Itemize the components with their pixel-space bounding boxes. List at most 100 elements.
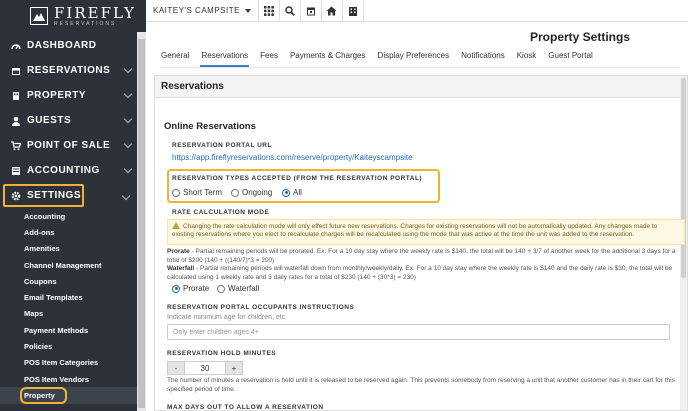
page-title: Property Settings	[530, 30, 631, 44]
warning-icon	[172, 222, 180, 229]
campsite-name: KAITEY'S CAMPSITE	[153, 6, 240, 15]
hold-minutes-description: The number of minutes a reservation is h…	[167, 377, 675, 393]
nav-guests[interactable]: GUESTS	[0, 108, 137, 133]
subnav-add-ons[interactable]: Add-ons	[0, 224, 137, 240]
radio-button[interactable]	[217, 284, 225, 293]
calendar-button[interactable]	[301, 0, 322, 22]
nav-label: RESERVATIONS	[27, 65, 111, 76]
nav-label: ACCOUNTING	[27, 165, 100, 176]
nav-accounting[interactable]: ACCOUNTING	[0, 158, 137, 183]
subnav-pos-item-categories[interactable]: POS Item Categories	[0, 355, 137, 371]
panel-title: Reservations	[155, 76, 687, 98]
gear-icon	[11, 191, 21, 201]
tab-reservations[interactable]: Reservations	[200, 51, 250, 67]
building-icon	[348, 6, 357, 16]
portal-url-link[interactable]: https://app.fireflyreservations.com/rese…	[172, 153, 413, 162]
subnav-policies[interactable]: Policies	[0, 338, 137, 354]
cart-icon	[11, 140, 21, 151]
decrement-button[interactable]: -	[167, 361, 185, 375]
search-icon	[285, 5, 295, 16]
logo[interactable]: FIREFLY RESERVATIONS	[0, 0, 146, 32]
calendar-icon	[11, 66, 21, 76]
types-label: RESERVATION TYPES ACCEPTED (FROM THE RES…	[172, 175, 423, 182]
chevron-down-icon	[123, 114, 133, 124]
occupants-input[interactable]: Only enter children ages 4+	[167, 324, 670, 340]
tab-payments-charges[interactable]: Payments & Charges	[289, 51, 367, 67]
max-days-label: MAX DAYS OUT TO ALLOW A RESERVATION	[167, 404, 324, 411]
radio-button[interactable]	[231, 188, 239, 197]
radio-button-selected[interactable]	[282, 188, 290, 197]
tab-general[interactable]: General	[160, 51, 190, 67]
nav-label: GUESTS	[27, 115, 72, 126]
nav-property[interactable]: PROPERTY	[0, 83, 137, 108]
chevron-down-icon	[123, 89, 133, 99]
nav-dashboard[interactable]: DASHBOARD	[0, 33, 137, 58]
nav-label: PROPERTY	[27, 90, 87, 101]
radio-all[interactable]: All	[282, 188, 302, 197]
property-button[interactable]	[343, 0, 364, 22]
subnav-channel-management[interactable]: Channel Management	[0, 257, 137, 273]
home-icon	[326, 6, 337, 15]
subnav-maps[interactable]: Maps	[0, 306, 137, 322]
settings-tabs: General Reservations Fees Payments & Cha…	[160, 51, 604, 67]
occupants-label: RESERVATION PORTAL OCCUPANTS INSTRUCTION…	[167, 304, 355, 311]
campsite-selector[interactable]: KAITEY'S CAMPSITE	[146, 0, 259, 22]
sidebar-scroll-thumb[interactable]	[138, 39, 145, 408]
occupants-hint: Indicate minimum age for children, etc	[167, 314, 286, 321]
nav-reservations[interactable]: RESERVATIONS	[0, 58, 137, 83]
main-nav: DASHBOARD RESERVATIONS PROPERTY GUESTS P…	[0, 33, 137, 208]
tab-notifications[interactable]: Notifications	[460, 51, 506, 67]
subnav-amenities[interactable]: Amenities	[0, 241, 137, 257]
grid-icon	[263, 5, 274, 16]
radio-prorate[interactable]: Prorate	[172, 284, 209, 293]
tab-guest-portal[interactable]: Guest Portal	[547, 51, 593, 67]
subnav-pos-item-vendors[interactable]: POS Item Vendors	[0, 371, 137, 387]
radio-short-term[interactable]: Short Term	[172, 188, 222, 197]
subnav-property[interactable]: Property	[0, 386, 137, 404]
sidebar-scrollbar[interactable]	[137, 32, 146, 411]
accounting-icon	[11, 166, 21, 176]
tab-display-preferences[interactable]: Display Preferences	[377, 51, 451, 67]
waterfall-description: Waterfall - Partial remaining periods wi…	[167, 265, 673, 281]
grid-button[interactable]	[259, 0, 280, 22]
prorate-description: Prorate - Partial remaining periods will…	[167, 248, 676, 264]
radio-waterfall[interactable]: Waterfall	[217, 284, 259, 293]
radio-button-selected[interactable]	[172, 284, 180, 293]
increment-button[interactable]: +	[225, 361, 243, 375]
reservations-panel: Reservations Online Reservations RESERVA…	[154, 75, 688, 411]
radio-ongoing[interactable]: Ongoing	[231, 188, 272, 197]
tabs-divider	[160, 67, 680, 68]
rate-warning: Changing the rate calculation mode will …	[167, 219, 685, 245]
nav-label: SETTINGS	[27, 190, 82, 201]
section-title: Online Reservations	[164, 121, 256, 132]
subnav-coupons[interactable]: Coupons	[0, 273, 137, 289]
subnav-payment-methods[interactable]: Payment Methods	[0, 322, 137, 338]
user-icon	[11, 116, 21, 126]
hold-minutes-stepper[interactable]: - 30 +	[167, 361, 243, 375]
radio-button[interactable]	[172, 188, 180, 197]
search-button[interactable]	[280, 0, 301, 22]
firefly-logo-icon	[30, 7, 48, 25]
subnav-accounting[interactable]: Accounting	[0, 208, 137, 224]
portal-url-label: RESERVATION PORTAL URL	[172, 142, 272, 149]
nav-settings[interactable]: SETTINGS	[2, 183, 85, 208]
rate-mode-label: RATE CALCULATION MODE	[172, 209, 270, 216]
settings-subnav: Accounting Add-ons Amenities Channel Man…	[0, 208, 137, 404]
chevron-down-icon	[123, 139, 133, 149]
topbar: KAITEY'S CAMPSITE	[146, 0, 688, 22]
nav-label: DASHBOARD	[27, 40, 97, 51]
chevron-down-icon	[123, 164, 133, 174]
subnav-email-templates[interactable]: Email Templates	[0, 289, 137, 305]
nav-point-of-sale[interactable]: POINT OF SALE	[0, 133, 137, 158]
tab-fees[interactable]: Fees	[259, 51, 279, 67]
caret-down-icon	[244, 8, 251, 13]
hold-minutes-value[interactable]: 30	[185, 361, 225, 375]
home-button[interactable]	[322, 0, 343, 22]
hold-minutes-label: RESERVATION HOLD MINUTES	[167, 350, 277, 357]
dashboard-icon	[11, 41, 21, 51]
calendar-icon	[306, 7, 315, 15]
tab-kiosk[interactable]: Kiosk	[516, 51, 538, 67]
brand-name: FIREFLY	[54, 3, 136, 22]
sidebar: FIREFLY RESERVATIONS DASHBOARD RESERVATI…	[0, 0, 146, 411]
nav-label: POINT OF SALE	[27, 140, 111, 151]
